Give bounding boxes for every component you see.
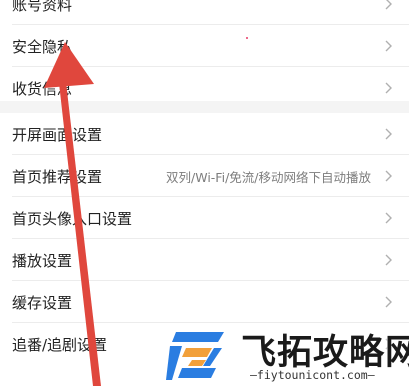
chevron-right-icon bbox=[385, 254, 392, 266]
row-label: 账号资料 bbox=[12, 0, 73, 14]
chevron-right-icon bbox=[385, 212, 392, 224]
display-settings-group: 开屏画面设置 首页推荐设置 双列/Wi-Fi/免流/移动网络下自动播放 首页头像… bbox=[0, 113, 409, 365]
chevron-right-icon bbox=[385, 0, 392, 10]
row-value: 双列/Wi-Fi/免流/移动网络下自动播放 bbox=[166, 169, 371, 185]
row-label: 首页头像入口设置 bbox=[12, 209, 133, 228]
chevron-right-icon bbox=[385, 82, 392, 94]
chevron-right-icon bbox=[385, 296, 392, 308]
settings-row-playback[interactable]: 播放设置 bbox=[0, 239, 409, 281]
watermark-domain: —fiytounicont.com— bbox=[250, 368, 375, 382]
settings-row-home-avatar-entry[interactable]: 首页头像入口设置 bbox=[0, 197, 409, 239]
chevron-right-icon bbox=[385, 40, 392, 52]
chevron-right-icon bbox=[385, 170, 392, 182]
settings-row-account-profile[interactable]: 账号资料 bbox=[0, 0, 409, 25]
row-label: 安全隐私 bbox=[12, 37, 73, 56]
settings-screen: 账号资料 安全隐私 收货信息 开屏画面设置 首页推荐设置 双列/Wi-Fi/免流… bbox=[0, 0, 409, 386]
settings-row-follow-series[interactable]: 追番/追剧设置 bbox=[0, 323, 409, 365]
settings-row-home-recommend[interactable]: 首页推荐设置 双列/Wi-Fi/免流/移动网络下自动播放 bbox=[0, 155, 409, 197]
decorative-dot bbox=[246, 37, 248, 39]
chevron-right-icon bbox=[385, 128, 392, 140]
settings-row-splash-screen[interactable]: 开屏画面设置 bbox=[0, 113, 409, 155]
settings-row-cache[interactable]: 缓存设置 bbox=[0, 281, 409, 323]
row-label: 播放设置 bbox=[12, 251, 73, 270]
section-divider bbox=[0, 101, 409, 113]
account-settings-group: 账号资料 安全隐私 收货信息 bbox=[0, 0, 409, 109]
row-label: 缓存设置 bbox=[12, 293, 73, 312]
settings-row-security-privacy[interactable]: 安全隐私 bbox=[0, 25, 409, 67]
row-label: 开屏画面设置 bbox=[12, 125, 103, 144]
row-label: 首页推荐设置 bbox=[12, 167, 103, 186]
row-label: 收货信息 bbox=[12, 79, 73, 98]
row-label: 追番/追剧设置 bbox=[12, 335, 108, 354]
chevron-right-icon bbox=[385, 338, 392, 350]
